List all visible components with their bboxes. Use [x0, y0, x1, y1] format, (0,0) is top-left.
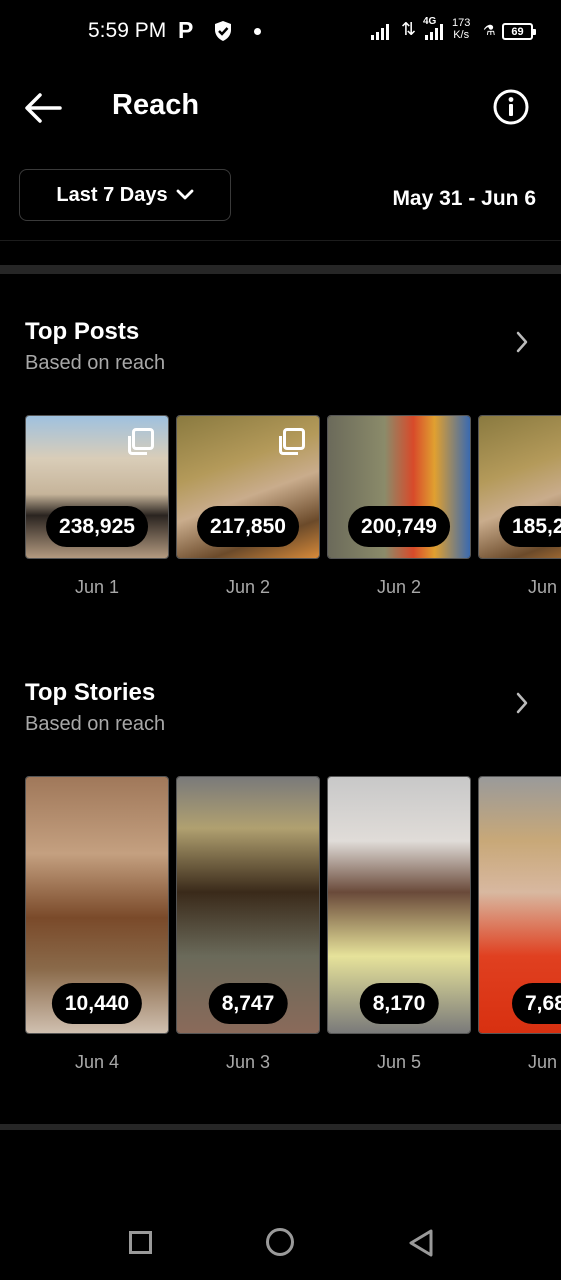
carousel-icon: [128, 428, 154, 455]
top-stories-chevron-right-icon[interactable]: [512, 690, 532, 716]
home-button[interactable]: [266, 1228, 294, 1256]
reach-count-badge: 217,850: [197, 506, 299, 547]
signal-icon: [371, 22, 389, 40]
date-range: May 31 - Jun 6: [392, 187, 536, 210]
arrow-left-icon[interactable]: [22, 88, 64, 128]
parking-app-icon: P: [178, 17, 194, 43]
story-date: Jun 3: [225, 1052, 271, 1072]
system-nav-bar: [0, 1195, 561, 1280]
top-story-thumbnail[interactable]: 8,170: [327, 776, 471, 1034]
top-stories-title: Top Stories: [25, 679, 156, 706]
app-header: Reach: [0, 70, 561, 144]
network-speed: 173 K/s: [452, 17, 470, 41]
page-title: Reach: [112, 89, 200, 121]
notification-dot: [254, 28, 261, 35]
date-filter-label: Last 7 Days: [56, 183, 168, 206]
post-date: Jun 2: [376, 577, 422, 597]
top-posts-subtitle: Based on reach: [25, 352, 166, 374]
reach-count-badge: 8,747: [208, 983, 288, 1024]
battery-level: 69: [511, 25, 524, 38]
reach-count-badge: 200,749: [348, 506, 450, 547]
flask-icon: ⚗: [483, 22, 496, 38]
chevron-down-icon: [176, 189, 193, 200]
story-date: Jun 5: [376, 1052, 422, 1072]
story-date: Jun: [528, 1052, 558, 1072]
top-story-thumbnail[interactable]: 7,68: [478, 776, 561, 1034]
carousel-icon: [279, 428, 305, 455]
top-posts-chevron-right-icon[interactable]: [512, 329, 532, 355]
battery-icon: 69: [502, 23, 536, 40]
section-divider: [0, 265, 561, 274]
divider: [0, 240, 561, 241]
post-date: Jun: [528, 577, 558, 597]
recent-apps-button[interactable]: [129, 1231, 152, 1254]
section-divider: [0, 1124, 561, 1130]
network-speed-value: 173: [452, 17, 471, 29]
top-post-thumbnail[interactable]: 185,2: [478, 415, 561, 559]
story-date: Jun 4: [74, 1052, 120, 1072]
top-story-thumbnail[interactable]: 10,440: [25, 776, 169, 1034]
top-story-thumbnail[interactable]: 8,747: [176, 776, 320, 1034]
reach-count-badge: 10,440: [51, 983, 143, 1024]
reach-count-badge: 7,68: [512, 983, 561, 1024]
info-icon[interactable]: [493, 89, 529, 125]
top-posts-list: 238,925 217,850 200,749 185,2 Jun 1 Jun …: [25, 415, 561, 615]
top-post-thumbnail[interactable]: 200,749: [327, 415, 471, 559]
network-speed-unit: K/s: [453, 29, 470, 41]
top-stories-subtitle: Based on reach: [25, 713, 166, 735]
reach-count-badge: 8,170: [359, 983, 439, 1024]
status-bar: 5:59 PM P ⇅ 4G 173 K/s ⚗ 69: [0, 0, 561, 64]
reach-count-badge: 238,925: [46, 506, 148, 547]
back-triangle-icon[interactable]: [407, 1228, 435, 1258]
reach-count-badge: 185,2: [499, 506, 561, 547]
top-post-thumbnail[interactable]: 238,925: [25, 415, 169, 559]
signal-icon-secondary: [425, 22, 443, 40]
top-stories-list: 10,440 8,747 8,170 7,68 Jun 4 Jun 3 Jun …: [25, 776, 561, 1086]
data-transfer-icon: ⇅: [401, 19, 417, 39]
top-posts-title: Top Posts: [25, 318, 140, 345]
top-post-thumbnail[interactable]: 217,850: [176, 415, 320, 559]
date-filter-dropdown[interactable]: Last 7 Days: [19, 169, 231, 221]
post-date: Jun 1: [74, 577, 120, 597]
shield-icon: [215, 21, 231, 41]
post-date: Jun 2: [225, 577, 271, 597]
status-time: 5:59 PM: [88, 19, 167, 42]
